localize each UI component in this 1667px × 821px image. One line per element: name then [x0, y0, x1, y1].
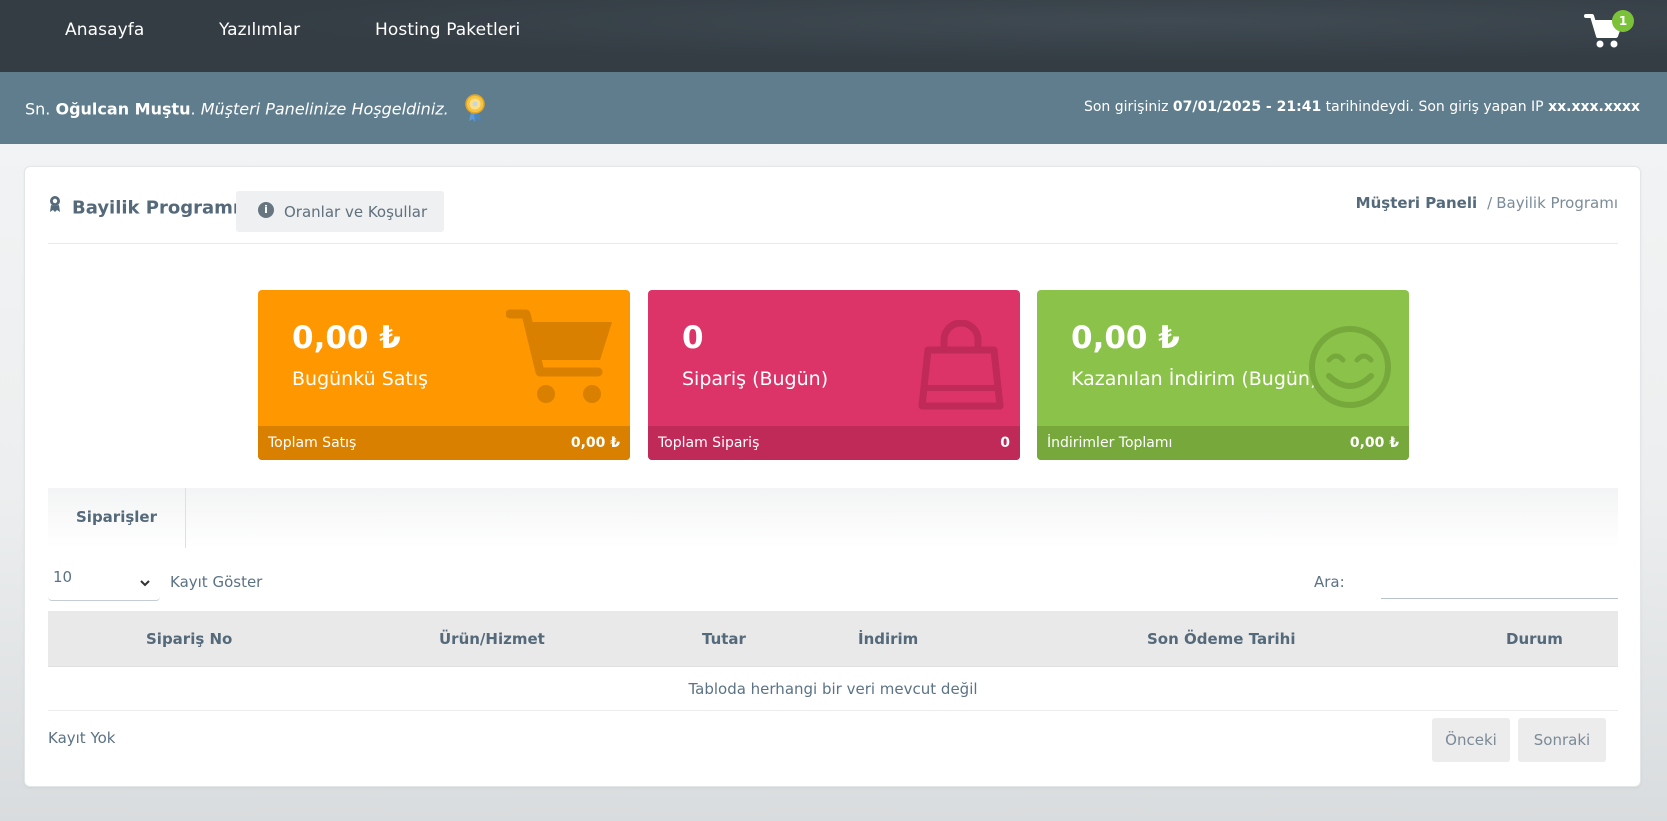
breadcrumb-separator: /	[1487, 194, 1493, 212]
stat-box-orders: 0 Sipariş (Bugün) Toplam Sipariş 0	[648, 290, 1020, 460]
table-info: Kayıt Yok	[48, 729, 116, 747]
stat-footer-label: Toplam Satış	[268, 435, 357, 451]
last-login-mid: tarihindeydi. Son giriş yapan IP	[1325, 99, 1544, 115]
stat-footer-value: 0	[1000, 435, 1010, 451]
stat-label: Sipariş (Bugün)	[682, 368, 829, 390]
page-length-value: 10	[53, 568, 73, 586]
column-header-order-no[interactable]: Sipariş No	[146, 611, 232, 667]
cart-button[interactable]: 1	[1584, 10, 1634, 56]
column-header-status[interactable]: Durum	[1506, 611, 1563, 667]
tab-bar: Siparişler	[48, 488, 1618, 548]
page-length-select[interactable]: 10	[48, 559, 160, 601]
rates-terms-label: Oranlar ve Koşullar	[284, 202, 428, 221]
stat-box-sales: 0,00 ₺ Bugünkü Satış Toplam Satış 0,00 ₺	[258, 290, 630, 460]
nav-link-software[interactable]: Yazılımlar	[219, 20, 300, 40]
table-header: Sipariş No Ürün/Hizmet Tutar İndirim Son…	[48, 611, 1618, 667]
smiley-icon	[1307, 324, 1393, 414]
chevron-down-icon	[138, 567, 152, 603]
page-title: Bayilik Programı	[48, 195, 240, 220]
breadcrumb-home[interactable]: Müşteri Paneli	[1356, 194, 1478, 212]
last-login-time: 07/01/2025 - 21:41	[1172, 99, 1322, 115]
breadcrumb: Müşteri Paneli / Bayilik Programı	[1356, 194, 1618, 212]
column-header-due-date[interactable]: Son Ödeme Tarihi	[1147, 611, 1295, 667]
stat-value: 0,00 ₺	[292, 320, 401, 356]
column-header-amount[interactable]: Tutar	[702, 611, 746, 667]
welcome-prefix: Sn.	[25, 99, 51, 119]
page-title-text: Bayilik Programı	[72, 197, 240, 219]
welcome-dot: .	[190, 99, 196, 119]
medal-icon	[464, 94, 486, 122]
shopping-bag-icon	[916, 319, 1006, 414]
info-icon: i	[258, 202, 274, 218]
welcome-message: Sn. Oğulcan Muştu. Müşteri Panelinize Ho…	[25, 94, 486, 124]
search-label: Ara:	[1314, 573, 1345, 591]
stat-label: Kazanılan İndirim (Bugün)	[1071, 368, 1318, 390]
stat-footer-label: Toplam Sipariş	[658, 435, 760, 451]
card-header: Bayilik Programı i Oranlar ve Koşullar Mü…	[48, 167, 1618, 244]
tab-orders[interactable]: Siparişler	[48, 488, 186, 548]
main-card: Bayilik Programı i Oranlar ve Koşullar Mü…	[24, 166, 1641, 787]
top-navbar: Anasayfa Yazılımlar Hosting Paketleri 1	[0, 0, 1667, 72]
rates-terms-button[interactable]: i Oranlar ve Koşullar	[236, 191, 444, 232]
table-empty-row: Tabloda herhangi bir veri mevcut değil	[48, 667, 1618, 711]
user-name: Oğulcan Muştu	[55, 99, 191, 119]
stat-value: 0	[682, 320, 704, 356]
stat-footer: İndirimler Toplamı 0,00 ₺	[1037, 426, 1409, 460]
stat-footer-label: İndirimler Toplamı	[1047, 435, 1173, 451]
stat-box-discount: 0,00 ₺ Kazanılan İndirim (Bugün) İndirim…	[1037, 290, 1409, 460]
last-login-info: Son girişiniz 07/01/2025 - 21:41 tarihin…	[1084, 99, 1640, 115]
next-page-button[interactable]: Sonraki	[1518, 718, 1606, 762]
last-login-prefix: Son girişiniz	[1083, 99, 1169, 115]
stat-label: Bugünkü Satış	[292, 368, 429, 390]
cart-icon	[505, 308, 616, 412]
breadcrumb-current: Bayilik Programı	[1496, 194, 1618, 212]
last-login-ip: xx.xxx.xxxx	[1548, 99, 1640, 115]
column-header-product[interactable]: Ürün/Hizmet	[439, 611, 545, 667]
welcome-greeting: Müşteri Panelinize Hoşgeldiniz.	[200, 99, 449, 119]
search-input[interactable]	[1381, 559, 1618, 599]
stat-footer-value: 0,00 ₺	[1349, 435, 1399, 451]
cart-count-badge: 1	[1612, 10, 1634, 32]
award-icon	[48, 195, 62, 218]
stat-footer: Toplam Sipariş 0	[648, 426, 1020, 460]
stat-footer-value: 0,00 ₺	[570, 435, 620, 451]
stat-footer: Toplam Satış 0,00 ₺	[258, 426, 630, 460]
prev-page-button[interactable]: Önceki	[1432, 718, 1510, 762]
stat-value: 0,00 ₺	[1071, 320, 1180, 356]
page-length-label: Kayıt Göster	[170, 573, 263, 591]
nav-link-home[interactable]: Anasayfa	[65, 20, 144, 40]
nav-link-hosting-packages[interactable]: Hosting Paketleri	[375, 20, 520, 40]
welcome-bar: Sn. Oğulcan Muştu. Müşteri Panelinize Ho…	[0, 72, 1667, 144]
column-header-discount[interactable]: İndirim	[858, 611, 918, 667]
